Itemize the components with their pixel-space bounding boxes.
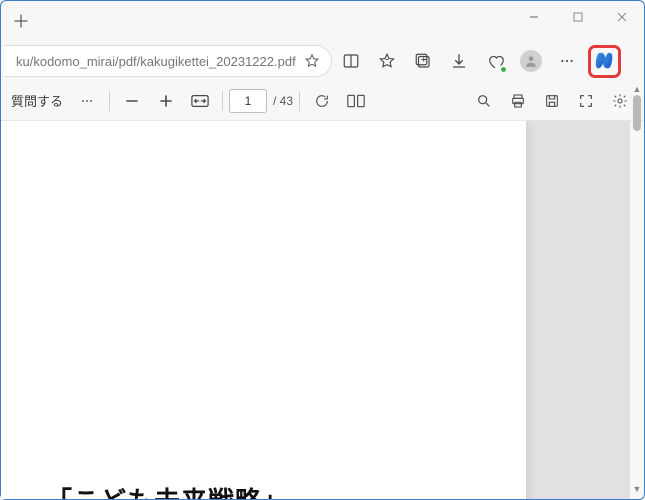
page-number-input[interactable]	[229, 89, 267, 113]
scroll-down-icon[interactable]: ▼	[632, 483, 642, 495]
fullscreen-icon[interactable]	[570, 85, 602, 117]
window-close-button[interactable]	[600, 1, 644, 33]
scroll-up-icon[interactable]: ▲	[632, 83, 642, 95]
pdf-page: 「こども未来戦略」	[1, 121, 526, 499]
more-menu-icon[interactable]	[550, 45, 584, 77]
pdf-more-icon[interactable]	[71, 85, 103, 117]
search-icon[interactable]	[468, 85, 500, 117]
tab-strip	[1, 1, 644, 41]
zoom-in-icon[interactable]	[150, 85, 182, 117]
favorite-star-icon[interactable]	[304, 53, 320, 69]
collections-icon[interactable]	[406, 45, 440, 77]
profile-avatar[interactable]	[514, 45, 548, 77]
address-bar[interactable]: ku/kodomo_mirai/pdf/kakugikettei_2023122…	[4, 45, 332, 77]
ask-copilot-label[interactable]: 質問する	[9, 91, 69, 110]
window-minimize-button[interactable]	[512, 1, 556, 33]
page-total-label: / 43	[273, 94, 293, 108]
separator	[109, 91, 110, 111]
window-controls	[512, 1, 644, 33]
new-tab-button[interactable]	[7, 7, 35, 35]
zoom-out-icon[interactable]	[116, 85, 148, 117]
downloads-icon[interactable]	[442, 45, 476, 77]
separator	[222, 91, 223, 111]
scroll-thumb[interactable]	[633, 95, 641, 131]
favorites-icon[interactable]	[370, 45, 404, 77]
rotate-icon[interactable]	[306, 85, 338, 117]
extensions-icon[interactable]	[478, 45, 512, 77]
separator	[299, 91, 300, 111]
copilot-button[interactable]	[588, 45, 621, 78]
print-icon[interactable]	[502, 85, 534, 117]
fit-width-icon[interactable]	[184, 85, 216, 117]
browser-toolbar: ku/kodomo_mirai/pdf/kakugikettei_2023122…	[1, 41, 644, 81]
save-icon[interactable]	[536, 85, 568, 117]
page-view-icon[interactable]	[340, 85, 372, 117]
document-title: 「こども未来戦略」	[46, 481, 480, 499]
pdf-viewport[interactable]: 「こども未来戦略」	[1, 121, 630, 499]
url-text: ku/kodomo_mirai/pdf/kakugikettei_2023122…	[16, 54, 296, 69]
pdf-toolbar: 質問する / 43	[1, 81, 644, 121]
split-screen-icon[interactable]	[334, 45, 368, 77]
scroll-track[interactable]	[632, 95, 642, 483]
vertical-scrollbar[interactable]: ▲ ▼	[632, 83, 642, 495]
window-maximize-button[interactable]	[556, 1, 600, 33]
